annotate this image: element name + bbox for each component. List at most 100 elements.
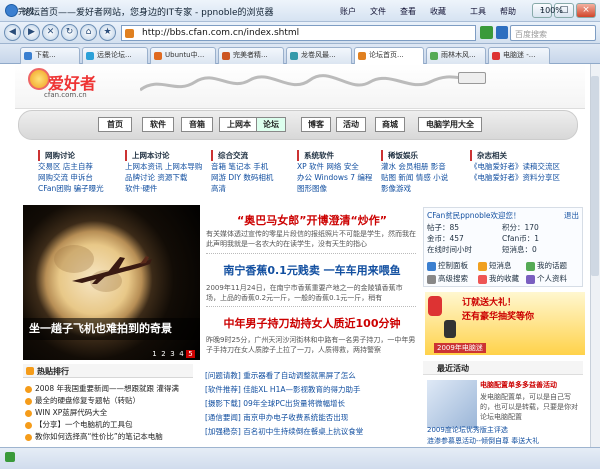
tab-active[interactable]: 论坛首页... <box>354 47 424 65</box>
forum-post-link[interactable]: [软件推荐] 佳能XL H1A—影视教育的得力助手 <box>205 384 360 396</box>
profile-link[interactable]: 个人资料 <box>526 273 567 284</box>
panel-icon <box>427 261 436 271</box>
mp3-player-icon <box>428 296 442 316</box>
subnav-link[interactable]: 品牌讨论 资源下载 <box>125 172 202 183</box>
advanced-search-link[interactable]: 高级搜索 <box>427 273 468 284</box>
forum-post-link[interactable]: [问题请教] 重示器看了自动调整就黑屏了怎么 <box>205 370 356 382</box>
nav-events[interactable]: 活动 <box>336 117 366 132</box>
subnav-link[interactable]: 网游 DIY 数码相机 <box>211 172 273 183</box>
activity-link[interactable]: 涟渗参慕恩活动--倾倒自尊 奉送大礼 <box>427 436 539 446</box>
subnav-link[interactable]: 音箱 笔记本 手机 <box>211 161 273 172</box>
tab-7[interactable]: 雨林木风... <box>426 47 486 64</box>
search-engine-icon[interactable] <box>496 26 508 39</box>
nav-software[interactable]: 软件 <box>142 117 174 132</box>
subnav-link[interactable]: 网购交流 申诉台 <box>38 172 104 183</box>
close-button[interactable]: × <box>576 3 596 18</box>
logout-link[interactable]: 退出 <box>564 210 579 221</box>
pager-4[interactable]: 4 <box>177 350 186 358</box>
subnav-link[interactable]: 图形图像 <box>297 183 372 194</box>
subnav-link[interactable]: 上网本资讯 上网本导购 <box>125 161 202 172</box>
zoom-level[interactable]: 100% <box>540 6 563 15</box>
tab-4[interactable]: 完美者精... <box>218 47 284 64</box>
control-panel-link[interactable]: 控制面板 <box>427 260 468 271</box>
ranking-item[interactable]: 【分享】一个电脑机的工具包 <box>25 419 133 430</box>
stop-icon[interactable]: ✕ <box>42 24 59 41</box>
subnav-link[interactable]: 软件·硬件 <box>125 183 202 194</box>
tab-2[interactable]: 远景论坛... <box>82 47 148 64</box>
pager-2[interactable]: 2 <box>159 350 168 358</box>
forward-icon[interactable]: ▶ <box>23 24 40 41</box>
ranking-header: 热贴排行 <box>23 364 193 378</box>
back-icon[interactable]: ◀ <box>4 24 21 41</box>
search-box[interactable]: 百度搜索 <box>510 25 596 41</box>
my-topics-link[interactable]: 我的话题 <box>526 260 567 271</box>
hero-caption[interactable]: 坐一趟子飞机也难拍到的奇景 <box>23 318 200 340</box>
headline-1[interactable]: “奥巴马女郎”开博澄清“炒作” <box>205 212 419 228</box>
nav-speakers[interactable]: 音箱 <box>181 117 213 132</box>
computer-icon[interactable] <box>427 380 477 428</box>
pager-3[interactable]: 3 <box>168 350 177 358</box>
topic-icon <box>526 261 535 271</box>
subnav-link[interactable]: 交易区 店主自荐 <box>38 161 104 172</box>
headline-2[interactable]: 南宁香蕉0.1元贱卖 一车车用来喂鱼 <box>205 262 419 278</box>
tab-3[interactable]: Ubuntu中... <box>150 47 216 64</box>
forum-post-link[interactable]: [通信要闻] 南京申办电子收费系统能否出现 <box>205 412 348 424</box>
menu-tools[interactable]: 工具 <box>470 6 486 17</box>
user-stat[interactable]: 短消息：0 <box>502 244 537 255</box>
pager-5[interactable]: 5 <box>186 350 195 358</box>
tab-8[interactable]: 电脑迷 -... <box>488 47 550 64</box>
star-icon <box>478 274 487 284</box>
tab-5[interactable]: 龙卷风最... <box>286 47 352 64</box>
nav-mall[interactable]: 商城 <box>375 117 405 132</box>
activity-headline[interactable]: 电脑配置单多多益善活动 <box>480 380 557 390</box>
messages-link[interactable]: 短消息 <box>478 260 512 271</box>
divider <box>206 306 416 307</box>
menu-file[interactable]: 文件 <box>370 6 386 17</box>
subnav-shopping: 网购讨论 交易区 店主自荐 网购交流 申诉台 CFan团购 骗子曝光 <box>38 150 104 194</box>
refresh-icon[interactable]: ↻ <box>61 24 78 41</box>
ranking-item[interactable]: WIN XP蓝屏代码大全 <box>25 407 107 418</box>
forum-post-link[interactable]: [加强稳奈] 百名初中生持续倒在餐桌上抗议食堂 <box>205 426 363 438</box>
nav-blog[interactable]: 博客 <box>301 117 331 132</box>
go-icon[interactable] <box>480 26 493 39</box>
tab-1[interactable]: 下载... <box>20 47 80 64</box>
activity-link[interactable]: 2009度论坛优秀版主评选 <box>427 425 508 435</box>
menu-account[interactable]: 账户 <box>340 6 356 17</box>
menu-view[interactable]: 查看 <box>400 6 416 17</box>
ranking-item[interactable]: 2008 年我国重要新闻——想跟就跟 灌得满 <box>25 383 179 394</box>
subnav-link[interactable]: 办公 Windows 7 编程 <box>297 172 372 183</box>
airplane-icon <box>72 256 152 284</box>
menu-help[interactable]: 帮助 <box>500 6 516 17</box>
site-logo-url: cfan.com.cn <box>44 91 87 99</box>
promo-line-2: 还有豪华抽奖等你 <box>462 312 535 322</box>
headline-3[interactable]: 中年男子持刀劫持女人质近100分钟 <box>205 315 419 331</box>
nav-netbook[interactable]: 上网本 <box>219 117 259 132</box>
ranking-item[interactable]: 最全的硬盘修复专题帖（转贴） <box>25 395 140 406</box>
address-bar[interactable]: http://bbs.cfan.com.cn/index.shtml <box>121 25 476 41</box>
usb-plug-icon <box>458 72 486 84</box>
menu-favorites[interactable]: 收藏 <box>430 6 446 17</box>
pager-1[interactable]: 1 <box>150 350 159 358</box>
logo-icon[interactable] <box>28 68 50 90</box>
subnav-link[interactable]: 影像游戏 <box>381 183 448 194</box>
search-placeholder: 百度搜索 <box>515 30 547 39</box>
favorite-icon[interactable]: ★ <box>99 24 116 41</box>
scrollbar-thumb[interactable] <box>591 76 599 276</box>
subnav-link[interactable]: 《电脑爱好者》资料分享区 <box>470 172 560 183</box>
subnav-link[interactable]: 灌水 会员相册 影音 <box>381 161 448 172</box>
subnav-link[interactable]: 《电脑爱好者》读稿交流区 <box>470 161 560 172</box>
window-title: 论坛首页——爱好者网站，您身边的IT专家 - ppnoble的浏览器 <box>22 8 274 18</box>
subnav-link[interactable]: 高清 <box>211 183 273 194</box>
nav-home[interactable]: 首页 <box>98 117 132 132</box>
forum-post-link[interactable]: [摄影下载] 09年全球PC出货量将微幅增长 <box>205 398 345 410</box>
subnav-link[interactable]: XP 软件 网络 安全 <box>297 161 372 172</box>
favorites-link[interactable]: 我的收藏 <box>478 273 519 284</box>
nav-encyclopedia[interactable]: 电脑学用大全 <box>418 117 482 132</box>
subnav-link[interactable]: 贴图 新闻 情感 小说 <box>381 172 448 183</box>
headline-2-summary: 2009年11月24日，在南宁市香蕉重要产地之一的金陵镇香蕉市场，上品的香蕉0.… <box>206 284 403 302</box>
cable-decoration <box>140 74 470 92</box>
subnav-link[interactable]: CFan团购 骗子曝光 <box>38 183 104 194</box>
ranking-item[interactable]: 教你如何选择高“性价比”的笔记本电脑 <box>25 431 195 442</box>
home-icon[interactable]: ⌂ <box>80 24 97 41</box>
nav-forum[interactable]: 论坛 <box>256 117 286 132</box>
